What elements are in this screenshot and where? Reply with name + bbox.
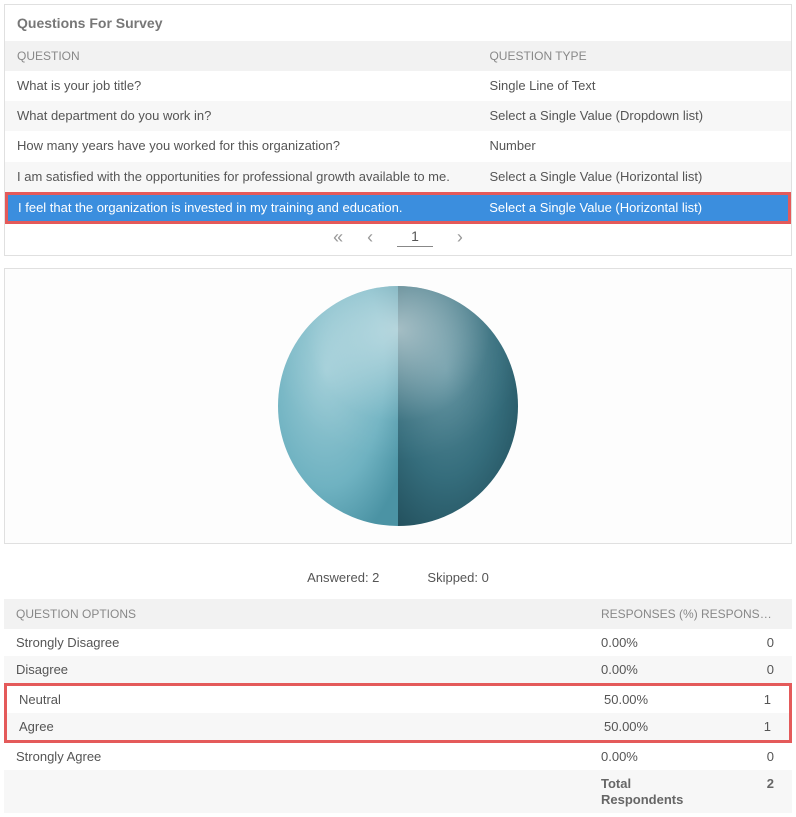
summary-panel: Answered: 2 Skipped: 0 QUESTION OPTIONS … [4,556,792,813]
next-page-icon[interactable]: › [457,228,463,246]
header-type[interactable]: QUESTION TYPE [489,49,779,63]
question-cell: What department do you work in? [17,107,489,125]
option-row[interactable]: Neutral50.00%1 [7,686,789,713]
chart-panel [4,268,792,544]
questions-table-body: What is your job title?Single Line of Te… [5,71,791,224]
options-body: Strongly Disagree0.00%0Disagree0.00%0Neu… [4,629,792,770]
option-row[interactable]: Strongly Disagree0.00%0 [4,629,792,656]
total-value: 2 [701,776,780,807]
option-pct: 0.00% [601,662,701,677]
option-pct: 50.00% [604,692,704,707]
option-pct: 0.00% [601,635,701,650]
option-count: 1 [704,692,777,707]
prev-page-icon[interactable]: ‹ [367,228,373,246]
table-row[interactable]: I feel that the organization is invested… [5,192,791,224]
option-row[interactable]: Strongly Agree0.00%0 [4,743,792,770]
table-row[interactable]: What department do you work in?Select a … [5,101,791,131]
header-responses-pct[interactable]: RESPONSES (%) [601,607,701,621]
answered-row: Answered: 2 Skipped: 0 [4,556,792,599]
question-cell: I am satisfied with the opportunities fo… [17,168,489,186]
type-cell: Select a Single Value (Horizontal list) [489,168,779,186]
first-page-icon[interactable]: « [333,228,343,246]
option-count: 0 [701,635,780,650]
option-count: 0 [701,749,780,764]
total-row: Total Respondents 2 [4,770,792,813]
panel-title: Questions For Survey [5,5,791,41]
option-label: Strongly Agree [16,749,601,764]
option-pct: 50.00% [604,719,704,734]
page-number[interactable]: 1 [397,228,433,247]
answered-label: Answered: 2 [307,570,379,585]
option-count: 1 [704,719,777,734]
type-cell: Single Line of Text [489,77,779,95]
table-row[interactable]: I am satisfied with the opportunities fo… [5,162,791,192]
type-cell: Number [489,137,779,155]
option-label: Disagree [16,662,601,677]
skipped-label: Skipped: 0 [427,570,488,585]
questions-panel: Questions For Survey QUESTION QUESTION T… [4,4,792,256]
question-cell: I feel that the organization is invested… [18,199,489,217]
question-cell: What is your job title? [17,77,489,95]
options-header: QUESTION OPTIONS RESPONSES (%) RESPONSES… [4,599,792,629]
question-cell: How many years have you worked for this … [17,137,489,155]
pie-chart [273,281,523,531]
type-cell: Select a Single Value (Horizontal list) [489,199,778,217]
pie-gloss [278,286,518,526]
header-responses-count[interactable]: RESPONSES (C... [701,607,780,621]
option-row[interactable]: Agree50.00%1 [7,713,789,740]
questions-table-header: QUESTION QUESTION TYPE [5,41,791,71]
header-option[interactable]: QUESTION OPTIONS [16,607,601,621]
option-label: Strongly Disagree [16,635,601,650]
option-count: 0 [701,662,780,677]
option-label: Agree [19,719,604,734]
option-label: Neutral [19,692,604,707]
highlight-block: Neutral50.00%1Agree50.00%1 [4,683,792,743]
type-cell: Select a Single Value (Dropdown list) [489,107,779,125]
header-question[interactable]: QUESTION [17,49,489,63]
table-row[interactable]: What is your job title?Single Line of Te… [5,71,791,101]
option-pct: 0.00% [601,749,701,764]
option-row[interactable]: Disagree0.00%0 [4,656,792,683]
total-label: Total Respondents [601,776,701,807]
table-row[interactable]: How many years have you worked for this … [5,131,791,161]
paginator: « ‹ 1 › [5,224,791,255]
